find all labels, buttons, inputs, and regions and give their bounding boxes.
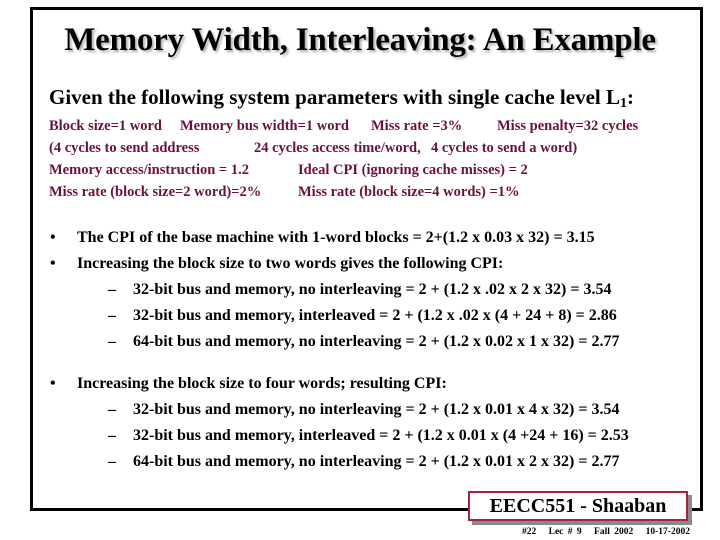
footer-lecture: Lec # 9 xyxy=(548,527,582,537)
slide-footer: #22 Lec # 9 Fall 2002 10-17-2002 xyxy=(522,527,698,537)
footer-slide-number: #22 xyxy=(522,527,537,537)
sub-bullet-text: 64-bit bus and memory, no interleaving =… xyxy=(133,333,620,350)
param-bus-width: Memory bus width=1 word xyxy=(180,118,349,134)
param-access-time: 24 cycles access time/word, xyxy=(254,140,421,156)
dash-icon: – xyxy=(108,427,116,444)
bullet-icon: • xyxy=(50,229,56,246)
sub-bullet-text: 32-bit bus and memory, interleaved = 2 +… xyxy=(133,307,617,324)
dash-icon: – xyxy=(108,307,116,324)
param-ideal-cpi: Ideal CPI (ignoring cache misses) = 2 xyxy=(298,162,528,178)
param-miss-rate: Miss rate =3% xyxy=(371,118,463,134)
param-miss-penalty: Miss penalty=32 cycles xyxy=(497,118,639,134)
dash-icon: – xyxy=(108,281,116,298)
bullet-text: Increasing the block size to two words g… xyxy=(77,255,504,272)
given-heading-text: Given the following system parameters wi… xyxy=(49,85,620,109)
footer-date: 10-17-2002 xyxy=(645,527,690,537)
sub-bullet-text: 32-bit bus and memory, interleaved = 2 +… xyxy=(133,427,629,444)
footer-term: Fall 2002 xyxy=(594,527,634,537)
param-miss-rate-2word: Miss rate (block size=2 word)=2% xyxy=(49,184,262,200)
bullet-icon: • xyxy=(50,255,56,272)
param-memory-access: Memory access/instruction = 1.2 xyxy=(49,162,249,178)
param-send-word: 4 cycles to send a word) xyxy=(431,140,578,156)
sub-bullet-text: 64-bit bus and memory, no interleaving =… xyxy=(133,453,620,470)
dash-icon: – xyxy=(108,453,116,470)
sub-bullet-text: 32-bit bus and memory, no interleaving =… xyxy=(133,281,612,298)
bullet-icon: • xyxy=(50,375,56,392)
course-badge: EECC551 - Shaaban xyxy=(468,491,688,521)
sub-bullet-text: 32-bit bus and memory, no interleaving =… xyxy=(133,401,620,418)
bullet-text: The CPI of the base machine with 1-word … xyxy=(77,229,595,246)
given-suffix: : xyxy=(627,85,634,109)
param-block-size: Block size=1 word xyxy=(49,118,162,134)
slide-title: Memory Width, Interleaving: An Example xyxy=(64,22,656,58)
given-subscript: 1 xyxy=(620,96,627,111)
bullet-text: Increasing the block size to four words;… xyxy=(77,375,447,392)
dash-icon: – xyxy=(108,401,116,418)
param-send-address: (4 cycles to send address xyxy=(49,140,200,156)
param-miss-rate-4word: Miss rate (block size=4 words) =1% xyxy=(298,184,520,200)
dash-icon: – xyxy=(108,333,116,350)
given-heading: Given the following system parameters wi… xyxy=(49,85,634,112)
